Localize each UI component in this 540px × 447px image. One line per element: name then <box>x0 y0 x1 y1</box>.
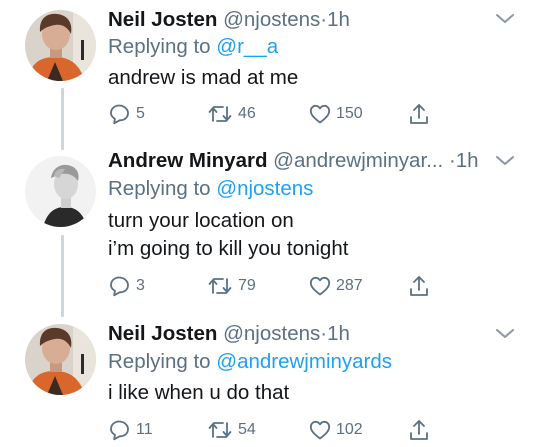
retweet-icon <box>208 422 232 438</box>
replying-to: Replying to @njostens <box>108 176 313 202</box>
retweet-button[interactable]: 79 <box>206 273 256 299</box>
replying-label: Replying to <box>108 350 211 373</box>
tweet-text-line: i like when u do that <box>108 381 290 404</box>
like-count: 287 <box>336 277 363 294</box>
avatar[interactable] <box>25 10 96 81</box>
replying-label: Replying to <box>108 177 211 200</box>
replying-to: Replying to @r__a <box>108 34 278 60</box>
tweet-header: Neil Josten @njostens·1h <box>108 321 350 347</box>
reply-button[interactable]: 3 <box>108 273 145 299</box>
like-button[interactable]: 102 <box>308 417 363 443</box>
reply-count: 5 <box>136 105 145 122</box>
reply-icon <box>110 420 129 441</box>
user-handle[interactable]: @andrewjminyar... <box>273 149 443 172</box>
reply-button[interactable]: 11 <box>108 417 153 443</box>
chevron-down-icon[interactable] <box>492 11 518 27</box>
reply-icon <box>110 276 129 297</box>
display-name[interactable]: Neil Josten <box>108 8 217 31</box>
share-button[interactable] <box>407 273 431 299</box>
tweet-text-line: andrew is mad at me <box>108 66 299 89</box>
share-button[interactable] <box>407 417 431 443</box>
retweet-count: 54 <box>238 421 256 438</box>
retweet-count: 79 <box>238 277 256 294</box>
timestamp[interactable]: 1h <box>327 322 350 345</box>
user-handle[interactable]: @njostens <box>223 322 320 345</box>
like-button[interactable]: 287 <box>308 273 363 299</box>
tweet[interactable]: Neil Josten @njostens·1h Replying to @an… <box>0 315 540 447</box>
like-count: 150 <box>336 105 363 122</box>
reply-button[interactable]: 5 <box>108 101 145 127</box>
chevron-down-icon[interactable] <box>492 326 518 342</box>
retweet-icon <box>208 106 232 122</box>
share-icon <box>410 420 428 440</box>
tweet[interactable]: Neil Josten @njostens·1h Replying to @r_… <box>0 0 540 150</box>
replying-handle-link[interactable]: @njostens <box>216 177 313 200</box>
retweet-button[interactable]: 46 <box>206 101 256 127</box>
tweet-text: i like when u do that <box>108 379 289 407</box>
share-icon <box>410 104 428 124</box>
heart-icon <box>309 276 331 296</box>
timestamp[interactable]: 1h <box>456 149 479 172</box>
tweet-header: Andrew Minyard @andrewjminyar... ·1h <box>108 148 479 174</box>
tweet[interactable]: Andrew Minyard @andrewjminyar... ·1h Rep… <box>0 148 540 315</box>
tweet-header: Neil Josten @njostens·1h <box>108 7 350 33</box>
share-button[interactable] <box>407 101 431 127</box>
avatar[interactable] <box>25 324 96 395</box>
tweet-text-line: i’m going to kill you tonight <box>108 237 349 260</box>
like-count: 102 <box>336 421 363 438</box>
retweet-count: 46 <box>238 105 256 122</box>
display-name[interactable]: Neil Josten <box>108 322 217 345</box>
avatar-photo <box>25 10 96 81</box>
like-button[interactable]: 150 <box>308 101 363 127</box>
tweet-text-line: turn your location on <box>108 209 294 232</box>
retweet-button[interactable]: 54 <box>206 417 256 443</box>
reply-icon <box>110 104 129 125</box>
tweet-text: andrew is mad at me <box>108 64 298 92</box>
tweet-text: turn your location on i’m going to kill … <box>108 207 348 263</box>
user-handle[interactable]: @njostens <box>223 8 320 31</box>
retweet-icon <box>208 278 232 294</box>
heart-icon <box>309 420 331 440</box>
heart-icon <box>309 104 331 124</box>
display-name[interactable]: Andrew Minyard <box>108 149 267 172</box>
avatar-photo <box>25 324 96 395</box>
replying-label: Replying to <box>108 35 211 58</box>
avatar[interactable] <box>25 156 96 227</box>
tweet-actions: 5 46 150 <box>108 101 438 127</box>
timestamp[interactable]: 1h <box>327 8 350 31</box>
tweet-actions: 3 79 287 <box>108 273 438 299</box>
share-icon <box>410 276 428 296</box>
reply-count: 3 <box>136 277 145 294</box>
replying-to: Replying to @andrewjminyards <box>108 349 392 375</box>
avatar-photo <box>25 156 96 227</box>
separator: · <box>448 149 456 172</box>
chevron-down-icon[interactable] <box>492 153 518 169</box>
tweet-actions: 11 54 102 <box>108 417 438 443</box>
reply-count: 11 <box>136 421 153 438</box>
replying-handle-link[interactable]: @andrewjminyards <box>216 350 392 373</box>
replying-handle-link[interactable]: @r__a <box>216 35 278 58</box>
